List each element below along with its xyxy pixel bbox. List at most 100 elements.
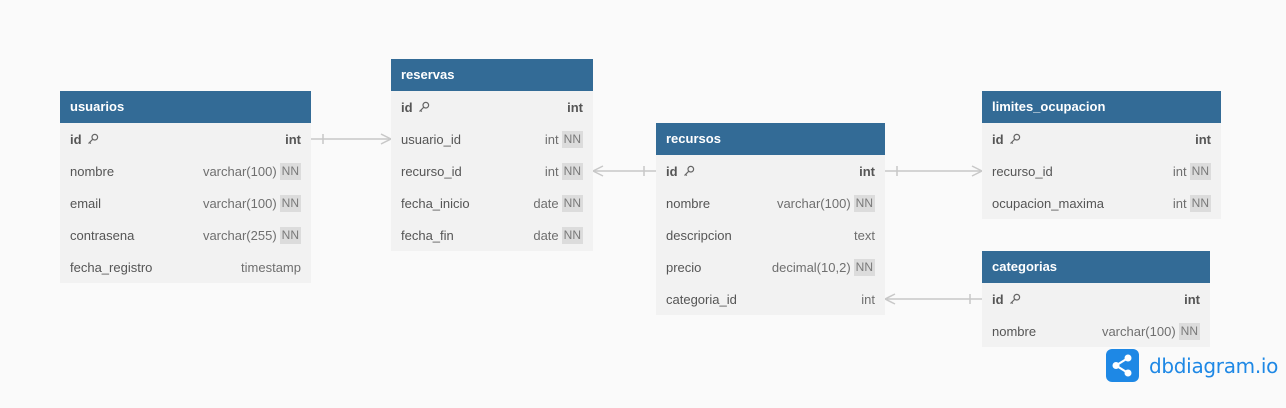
- field-type: varchar(100): [776, 195, 851, 211]
- field-name: recurso_id: [401, 164, 545, 179]
- field-name-text: precio: [666, 259, 702, 275]
- field-name: email: [70, 196, 203, 211]
- table-row[interactable]: fecha_registro timestamp: [60, 251, 311, 283]
- field-name-text: fecha_registro: [70, 259, 153, 275]
- table-row[interactable]: nombre varchar(100) NN: [60, 155, 311, 187]
- field-type: int: [1195, 131, 1211, 147]
- table-row[interactable]: ocupacion_maxima int NN: [982, 187, 1221, 219]
- not-null-badge: NN: [1178, 322, 1200, 340]
- table-row[interactable]: id int: [60, 123, 311, 155]
- field-type: int: [1184, 291, 1200, 307]
- not-null-badge: NN: [561, 162, 583, 180]
- table-header[interactable]: reservas: [391, 59, 593, 91]
- field-type: varchar(255): [202, 227, 277, 243]
- field-name-text: email: [70, 195, 102, 211]
- field-type: date: [533, 227, 559, 243]
- table-row[interactable]: fecha_inicio date NN: [391, 187, 593, 219]
- field-name-text: descripcion: [666, 227, 732, 243]
- table-row[interactable]: email varchar(100) NN: [60, 187, 311, 219]
- field-type: int: [544, 163, 559, 179]
- table-row[interactable]: recurso_id int NN: [982, 155, 1221, 187]
- field-type: timestamp: [241, 259, 301, 275]
- table-row[interactable]: nombre varchar(100) NN: [656, 187, 885, 219]
- not-null-badge: NN: [853, 258, 875, 276]
- field-name: usuario_id: [401, 132, 545, 147]
- table-row[interactable]: fecha_fin date NN: [391, 219, 593, 251]
- field-name: fecha_inicio: [401, 196, 533, 211]
- field-name-text: ocupacion_maxima: [992, 195, 1105, 211]
- field-name: id: [992, 132, 1195, 147]
- table-header[interactable]: usuarios: [60, 91, 311, 123]
- field-name-text: nombre: [70, 163, 115, 179]
- field-type: varchar(100): [1101, 323, 1176, 339]
- table-row[interactable]: nombre varchar(100) NN: [982, 315, 1210, 347]
- table-row[interactable]: contrasena varchar(255) NN: [60, 219, 311, 251]
- diagram-canvas[interactable]: usuarios id int nombre varchar(100) NN email va…: [0, 0, 1286, 408]
- field-name: id: [992, 292, 1184, 307]
- field-name-text: fecha_inicio: [401, 195, 470, 211]
- field-name-text: id: [992, 291, 1004, 307]
- field-name-text: id: [401, 99, 413, 115]
- table-row[interactable]: categoria_id int: [656, 283, 885, 315]
- field-type: int: [1172, 195, 1187, 211]
- field-name: precio: [666, 260, 772, 275]
- field-name: nombre: [992, 324, 1102, 339]
- field-name-text: id: [666, 163, 678, 179]
- field-type: date: [533, 195, 559, 211]
- key-icon: [1009, 133, 1021, 145]
- field-name: ocupacion_maxima: [992, 196, 1173, 211]
- field-name-text: recurso_id: [992, 163, 1053, 179]
- field-name-text: nombre: [666, 195, 711, 211]
- field-type: int: [1172, 163, 1187, 179]
- field-name-text: categoria_id: [666, 291, 737, 307]
- table-row[interactable]: id int: [391, 91, 593, 123]
- table-reservas[interactable]: reservas id int usuario_id int NN recurso_id in…: [391, 59, 593, 251]
- brand-name: dbdiagram.io: [1149, 353, 1279, 378]
- table-row[interactable]: id int: [982, 283, 1210, 315]
- not-null-badge: NN: [561, 226, 583, 244]
- field-type: int: [285, 131, 301, 147]
- not-null-badge: NN: [279, 226, 301, 244]
- not-null-badge: NN: [1189, 194, 1211, 212]
- key-icon: [683, 165, 695, 177]
- field-name-text: usuario_id: [401, 131, 461, 147]
- field-name: id: [666, 164, 859, 179]
- field-name: categoria_id: [666, 292, 861, 307]
- field-type: decimal(10,2): [771, 259, 851, 275]
- share-icon: [1106, 349, 1139, 382]
- not-null-badge: NN: [279, 162, 301, 180]
- key-icon: [87, 133, 99, 145]
- table-header[interactable]: recursos: [656, 123, 885, 155]
- not-null-badge: NN: [1189, 162, 1211, 180]
- field-name: descripcion: [666, 228, 854, 243]
- table-header[interactable]: categorias: [982, 251, 1210, 283]
- field-name-text: id: [992, 131, 1004, 147]
- field-name: fecha_fin: [401, 228, 533, 243]
- table-limites-ocupacion[interactable]: limites_ocupacion id int recurso_id int NN ocu…: [982, 91, 1221, 219]
- brand-logo[interactable]: dbdiagram.io: [1106, 349, 1278, 382]
- table-row[interactable]: precio decimal(10,2) NN: [656, 251, 885, 283]
- field-type: int: [567, 99, 583, 115]
- field-name-text: recurso_id: [401, 163, 462, 179]
- not-null-badge: NN: [561, 130, 583, 148]
- field-type: int: [859, 163, 875, 179]
- not-null-badge: NN: [279, 194, 301, 212]
- table-row[interactable]: descripcion text: [656, 219, 885, 251]
- table-usuarios[interactable]: usuarios id int nombre varchar(100) NN email va…: [60, 91, 311, 283]
- field-type: int: [861, 291, 875, 307]
- table-header[interactable]: limites_ocupacion: [982, 91, 1221, 123]
- table-categorias[interactable]: categorias id int nombre varchar(100) NN: [982, 251, 1210, 347]
- field-name-text: fecha_fin: [401, 227, 454, 243]
- field-name: id: [70, 132, 285, 147]
- key-icon: [418, 101, 430, 113]
- table-row[interactable]: recurso_id int NN: [391, 155, 593, 187]
- field-name-text: nombre: [992, 323, 1037, 339]
- table-recursos[interactable]: recursos id int nombre varchar(100) NN descrip…: [656, 123, 885, 315]
- field-type: varchar(100): [202, 195, 277, 211]
- field-name-text: id: [70, 131, 82, 147]
- field-name: nombre: [666, 196, 777, 211]
- table-row[interactable]: id int: [656, 155, 885, 187]
- table-row[interactable]: usuario_id int NN: [391, 123, 593, 155]
- table-row[interactable]: id int: [982, 123, 1221, 155]
- key-icon: [1009, 293, 1021, 305]
